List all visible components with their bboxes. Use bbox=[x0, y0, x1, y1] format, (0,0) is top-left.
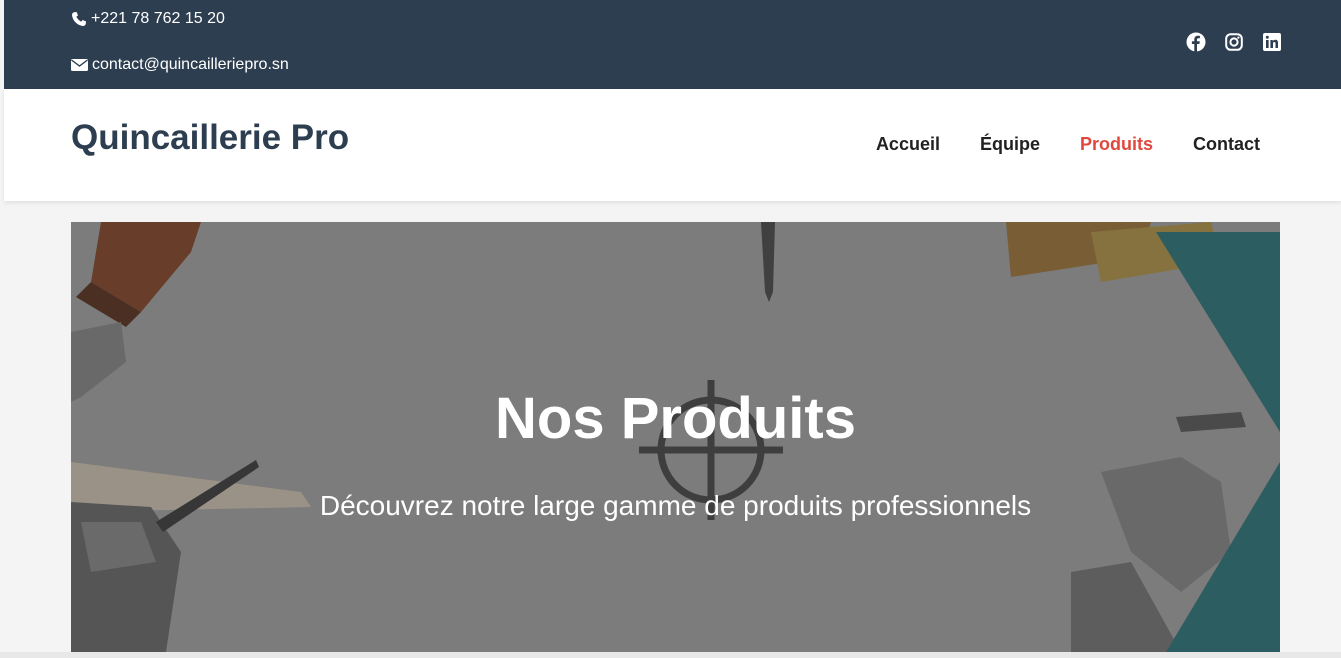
nav-contact[interactable]: Contact bbox=[1193, 134, 1260, 155]
instagram-icon[interactable] bbox=[1224, 32, 1244, 52]
email-address: contact@quincailleriepro.sn bbox=[92, 56, 289, 73]
brand-logo[interactable]: Quincaillerie Pro bbox=[71, 118, 349, 158]
hero-banner: Nos Produits Découvrez notre large gamme… bbox=[71, 222, 1280, 652]
envelope-icon bbox=[71, 59, 88, 71]
facebook-icon[interactable] bbox=[1186, 32, 1206, 52]
nav-produits[interactable]: Produits bbox=[1080, 134, 1153, 155]
main-nav: Accueil Équipe Produits Contact bbox=[876, 134, 1260, 155]
hero-title: Nos Produits bbox=[495, 386, 856, 451]
phone-number: +221 78 762 15 20 bbox=[91, 10, 225, 27]
phone-icon bbox=[72, 12, 86, 26]
nav-equipe[interactable]: Équipe bbox=[980, 134, 1040, 155]
top-bar: +221 78 762 15 20 contact@quincailleriep… bbox=[4, 0, 1341, 89]
horizontal-scrollbar[interactable] bbox=[0, 652, 1341, 658]
hero-subtitle: Découvrez notre large gamme de produits … bbox=[319, 490, 1032, 521]
linkedin-icon[interactable] bbox=[1262, 32, 1282, 52]
email-contact[interactable]: contact@quincailleriepro.sn bbox=[71, 56, 289, 74]
nav-accueil[interactable]: Accueil bbox=[876, 134, 940, 155]
social-links bbox=[1186, 32, 1282, 52]
phone-contact[interactable]: +221 78 762 15 20 bbox=[71, 10, 225, 28]
site-header: Quincaillerie Pro Accueil Équipe Produit… bbox=[4, 89, 1341, 201]
